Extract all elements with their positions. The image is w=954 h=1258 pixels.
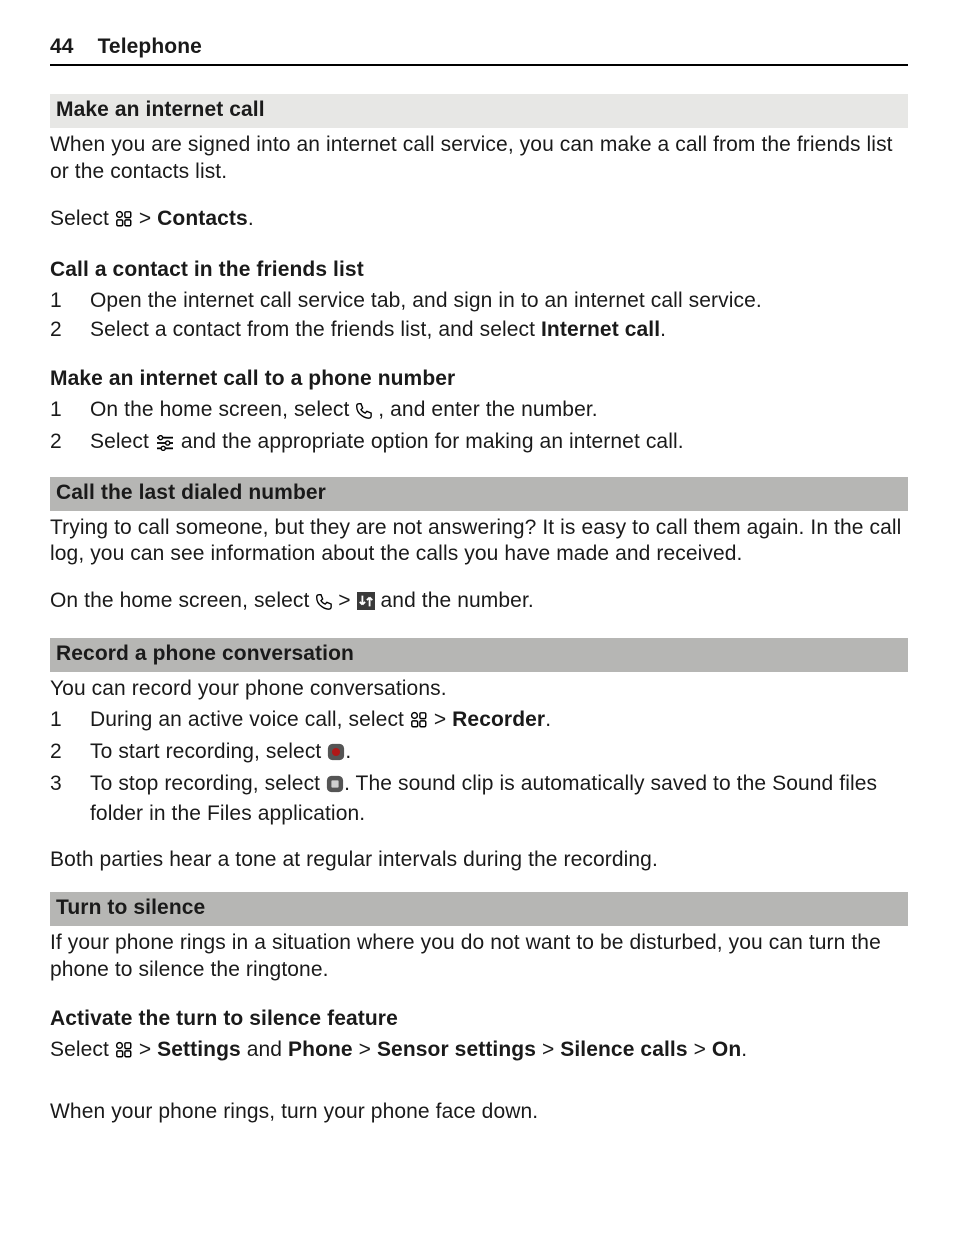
list-item: To stop recording, select . The sound cl… bbox=[50, 771, 908, 828]
body-text: Trying to call someone, but they are not… bbox=[50, 515, 908, 569]
body-text: You can record your phone conversations. bbox=[50, 676, 908, 703]
list-item: During an active voice call, select > Re… bbox=[50, 707, 908, 737]
list-item: Select and the appropriate option for ma… bbox=[50, 429, 908, 459]
menu-icon bbox=[115, 1040, 133, 1067]
body-text: On the home screen, select > and the num… bbox=[50, 588, 908, 618]
section-heading: Call the last dialed number bbox=[50, 477, 908, 511]
phone-icon bbox=[355, 400, 372, 427]
numbered-list: Open the internet call service tab, and … bbox=[50, 288, 908, 344]
body-text: When your phone rings, turn your phone f… bbox=[50, 1099, 908, 1126]
redial-icon bbox=[357, 591, 375, 618]
numbered-list: On the home screen, select , and enter t… bbox=[50, 397, 908, 459]
section-heading: Turn to silence bbox=[50, 892, 908, 926]
body-text: If your phone rings in a situation where… bbox=[50, 930, 908, 984]
sub-heading: Call a contact in the friends list bbox=[50, 257, 908, 284]
numbered-list: During an active voice call, select > Re… bbox=[50, 707, 908, 828]
record-icon bbox=[327, 742, 345, 769]
options-icon bbox=[155, 432, 175, 459]
sub-heading: Make an internet call to a phone number bbox=[50, 366, 908, 393]
body-text: Select > Contacts. bbox=[50, 206, 908, 236]
body-text: Both parties hear a tone at regular inte… bbox=[50, 847, 908, 874]
body-text: When you are signed into an internet cal… bbox=[50, 132, 908, 186]
body-text: Select > Settings and Phone > Sensor set… bbox=[50, 1037, 908, 1067]
sub-heading: Activate the turn to silence feature bbox=[50, 1006, 908, 1033]
stop-icon bbox=[326, 774, 344, 801]
section-heading: Make an internet call bbox=[50, 94, 908, 128]
list-item: To start recording, select . bbox=[50, 739, 908, 769]
menu-icon bbox=[115, 209, 133, 236]
section-heading: Record a phone conversation bbox=[50, 638, 908, 672]
phone-icon bbox=[315, 591, 332, 618]
list-item: On the home screen, select , and enter t… bbox=[50, 397, 908, 427]
chapter-title: Telephone bbox=[98, 34, 202, 61]
menu-icon bbox=[410, 710, 428, 737]
list-item: Open the internet call service tab, and … bbox=[50, 288, 908, 315]
list-item: Select a contact from the friends list, … bbox=[50, 317, 908, 344]
page-header: 44 Telephone bbox=[50, 34, 908, 66]
page-number: 44 bbox=[50, 34, 74, 61]
